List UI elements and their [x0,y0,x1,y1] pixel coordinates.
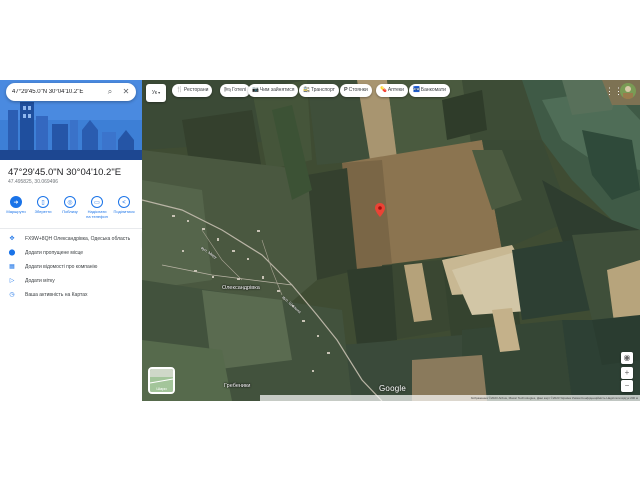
chip-hotels[interactable]: 🛏Готелі [220,84,250,97]
place-label-hrebenyky[interactable]: Гребеники [224,383,250,389]
chip-parking[interactable]: PСтоянки [340,84,372,97]
google-maps-window: ⌕ ✕ 47°29'45.0"N 30°04'10.2"E 47.495825,… [0,80,640,401]
satellite-imagery [142,80,640,401]
phone-icon: ▭ [91,196,103,208]
place-side-panel: ⌕ ✕ 47°29'45.0"N 30°04'10.2"E 47.495825,… [0,80,142,401]
my-location-button[interactable]: ◉ [621,352,633,364]
info-row-add-place[interactable]: ⬤ Додати пропущене місце [0,248,142,258]
chevron-down-icon: ▾ [157,90,161,95]
language-select[interactable]: Ук ▾ [146,84,166,102]
chip-transit[interactable]: 🚉Транспорт [299,84,339,97]
location-pin-icon[interactable] [375,203,385,217]
directions-button[interactable]: ➜ Маршрути [4,196,28,215]
search-icon[interactable]: ⌕ [104,86,116,98]
zoom-out-button[interactable]: − [621,380,633,392]
layers-toggle[interactable]: Шари [148,367,175,394]
place-title: 47°29'45.0"N 30°04'10.2"E [8,167,122,178]
search-input[interactable] [12,86,102,98]
share-button[interactable]: < Поділитися [112,196,136,215]
minus-icon: − [624,381,630,390]
atm-icon: 🏧 [413,87,420,93]
send-to-phone-button[interactable]: ▭ Надіслати на телефон [85,196,109,219]
business-icon: ▦ [9,264,15,270]
nearby-button[interactable]: ◎ Поблизу [58,196,82,215]
account-avatar[interactable] [620,83,636,99]
directions-icon: ➜ [10,196,22,208]
zoom-in-button[interactable]: + [621,367,633,379]
chip-restaurants[interactable]: 🍴Ресторани [172,84,213,97]
save-button[interactable]: ▯ Зберегти [31,196,55,215]
bookmark-icon: ▯ [37,196,49,208]
transit-icon: 🚉 [303,87,310,93]
hotel-icon: 🛏 [224,87,231,93]
share-icon: < [118,196,130,208]
chip-things-to-do[interactable]: 📷Чим зайнятися [248,84,299,97]
google-logo: Google [379,384,406,393]
place-label-oleksandrivka[interactable]: Олександрівка [222,285,260,291]
add-place-icon: ⬤ [8,250,16,256]
restaurant-icon: 🍴 [176,87,183,93]
info-row-plus-code[interactable]: ✥ FX9W+8QH Олександрівка, Одеська област… [0,234,142,244]
panel-divider [0,228,142,229]
place-hero-image: ⌕ ✕ [0,80,142,160]
label-icon: ▷ [9,278,15,284]
satellite-map[interactable]: Ук ▾ 🍴Ресторани 🛏Готелі 📷Чим зайнятися 🚉… [142,80,640,401]
action-buttons-row: ➜ Маршрути ▯ Зберегти ◎ Поблизу ▭ Надісл… [4,196,138,226]
info-row-add-business[interactable]: ▦ Додати відомості про компанію [0,262,142,272]
history-icon: ◷ [9,292,15,298]
place-decimal-coords: 47.495825, 30.069496 [8,179,59,185]
map-footer-attribution[interactable]: Зображення ©2023 Airbus, Maxar Technolog… [260,395,640,401]
pharmacy-icon: 💊 [380,87,387,93]
search-box[interactable]: ⌕ ✕ [6,83,136,101]
info-row-add-label[interactable]: ▷ Додати мітку [0,276,142,286]
chip-pharmacies[interactable]: 💊Аптеки [376,84,408,97]
parking-icon: P [344,87,348,93]
close-icon[interactable]: ✕ [120,86,132,98]
info-row-activity[interactable]: ◷ Ваша активність на Картах [0,290,142,300]
camera-icon: 📷 [252,87,259,93]
plus-icon: + [624,368,630,377]
plus-code-icon: ✥ [9,236,15,242]
my-location-icon: ◉ [623,353,631,362]
google-apps-icon[interactable]: ⋮⋮ [605,85,623,97]
zoom-controls: ◉ + − [621,352,633,394]
chip-atms[interactable]: 🏧Банкомати [409,84,450,97]
nearby-icon: ◎ [64,196,76,208]
